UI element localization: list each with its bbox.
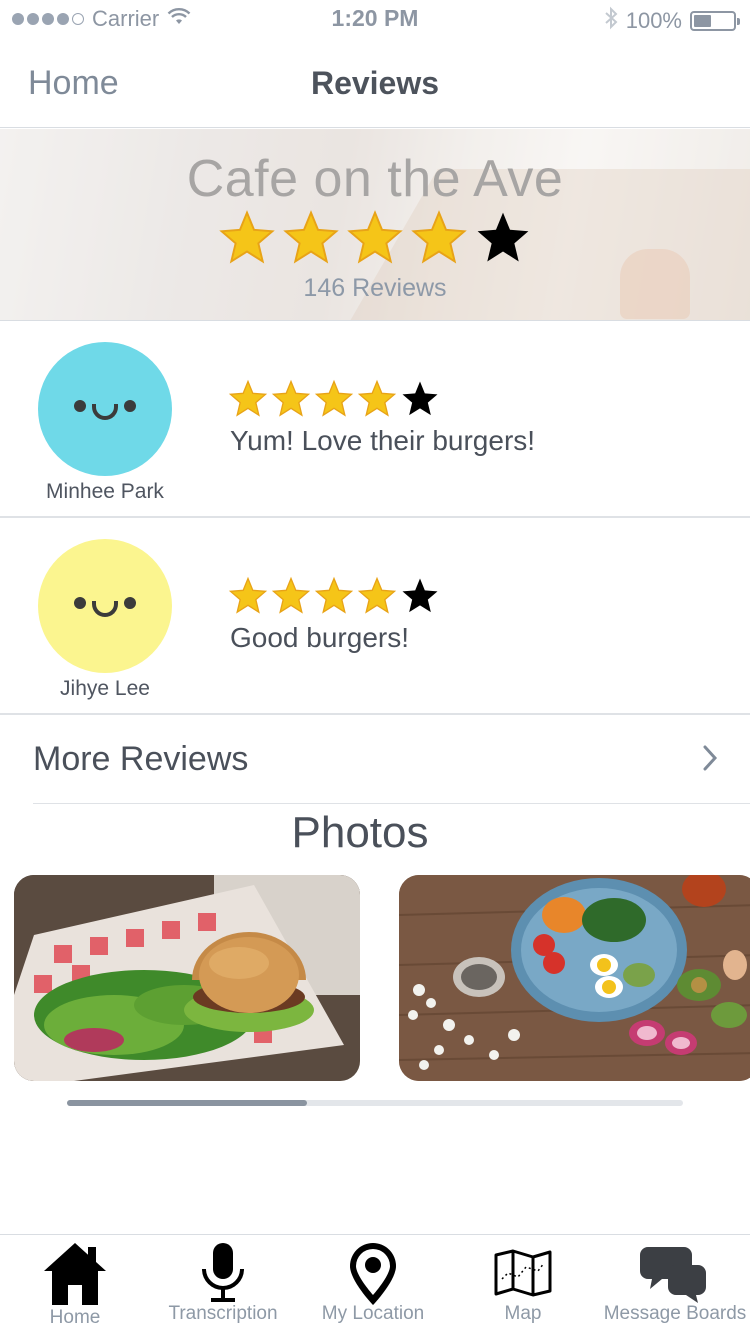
tab-label: Map <box>504 1303 542 1324</box>
photos-scrollbar[interactable] <box>67 1100 683 1106</box>
photo-salad-bowl[interactable] <box>399 875 750 1081</box>
tab-label: Home <box>49 1307 101 1328</box>
review-item[interactable]: Jihye Lee Good burgers! <box>0 518 750 715</box>
tab-label: My Location <box>321 1303 425 1324</box>
review-rating-stars <box>228 576 440 616</box>
star-empty-icon <box>402 381 438 416</box>
restaurant-header: Cafe on the Ave 146 Reviews <box>0 129 750 320</box>
star-filled-icon <box>283 210 339 264</box>
avatar <box>38 342 172 476</box>
more-reviews-label[interactable]: More Reviews <box>33 740 248 779</box>
chat-bubbles-icon <box>598 1243 748 1303</box>
reviewer-name: Jihye Lee <box>60 677 150 700</box>
star-empty-icon <box>477 212 529 262</box>
star-filled-icon <box>228 379 268 417</box>
tab-label: Message Boards <box>603 1303 747 1324</box>
microphone-icon <box>148 1241 298 1303</box>
tab-transcription[interactable]: Transcription <box>148 1235 298 1334</box>
review-item[interactable]: Minhee Park Yum! Love their burgers! <box>0 321 750 518</box>
photo-burger[interactable] <box>14 875 360 1081</box>
more-reviews-row[interactable]: More Reviews <box>0 716 750 804</box>
review-rating-stars <box>228 379 440 419</box>
battery-icon <box>690 10 740 31</box>
location-pin-icon <box>298 1241 448 1307</box>
review-text: Good burgers! <box>230 622 409 653</box>
reviewer-name: Minhee Park <box>46 480 164 503</box>
navigation-bar: Home Reviews <box>0 40 750 128</box>
tab-message-boards[interactable]: Message Boards <box>598 1235 748 1334</box>
status-right: 100% <box>604 6 740 35</box>
tab-my-location[interactable]: My Location <box>298 1235 448 1334</box>
map-icon <box>448 1249 598 1297</box>
star-filled-icon <box>357 379 397 417</box>
battery-percentage: 100% <box>625 7 682 33</box>
star-filled-icon <box>347 210 403 264</box>
tab-bar: Home Transcription My Location Map Messa… <box>0 1234 750 1334</box>
star-filled-icon <box>411 210 467 264</box>
star-filled-icon <box>271 576 311 614</box>
star-filled-icon <box>228 576 268 614</box>
page-title: Reviews <box>310 65 440 101</box>
photos-title: Photos <box>291 808 429 857</box>
scrollbar-thumb[interactable] <box>67 1100 308 1106</box>
tab-home[interactable]: Home <box>0 1235 150 1334</box>
avatar <box>38 539 172 673</box>
tab-label: Transcription <box>168 1303 278 1324</box>
bluetooth-icon <box>604 6 618 35</box>
review-text: Yum! Love their burgers! <box>230 425 536 456</box>
tab-map[interactable]: Map <box>448 1235 598 1334</box>
star-filled-icon <box>314 379 354 417</box>
review-count[interactable]: 146 Reviews <box>0 274 750 303</box>
status-bar: Carrier 1:20 PM 100% <box>0 0 750 40</box>
star-filled-icon <box>314 576 354 614</box>
chevron-right-icon[interactable] <box>702 744 718 777</box>
star-empty-icon <box>402 578 438 613</box>
home-icon <box>0 1241 150 1305</box>
restaurant-rating-stars <box>218 209 532 267</box>
star-filled-icon <box>219 210 275 264</box>
star-filled-icon <box>357 576 397 614</box>
restaurant-name: Cafe on the Ave <box>186 150 564 208</box>
star-filled-icon <box>271 379 311 417</box>
